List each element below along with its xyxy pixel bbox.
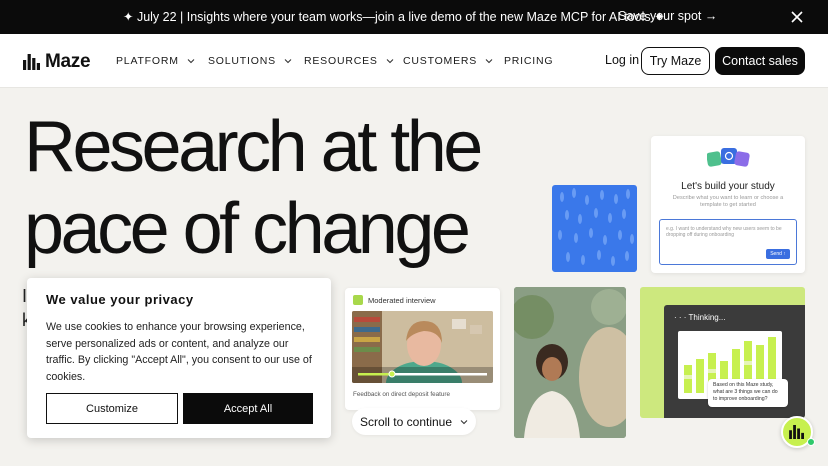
maze-chat-icon (789, 425, 804, 439)
study-prompt-input[interactable]: e.g. I want to understand why new users … (659, 219, 797, 265)
customize-button[interactable]: Customize (46, 393, 178, 424)
nav-pricing[interactable]: PRICING (504, 55, 553, 67)
close-icon[interactable] (789, 8, 805, 26)
study-prompt-placeholder: e.g. I want to understand why new users … (666, 226, 782, 238)
announcement-bar: ✦ July 22 | Insights where your team wor… (0, 0, 828, 34)
interview-badge-icon (353, 295, 363, 305)
crowd-image-card (552, 185, 637, 272)
template-icons (707, 148, 750, 167)
maze-logo-icon (23, 54, 40, 70)
prompt-bubble: Based on this Maze study, what are 3 thi… (708, 379, 788, 407)
chevron-down-icon (284, 59, 292, 64)
hero-heading-line-1: Research at the (24, 107, 483, 187)
participant-photo-card (514, 287, 626, 438)
chevron-down-icon (485, 59, 493, 64)
chevron-down-icon (460, 419, 468, 424)
chevron-down-icon (386, 59, 394, 64)
nav-customers-label: CUSTOMERS (403, 55, 478, 67)
maze-logo[interactable]: Maze (23, 51, 91, 73)
moderated-interview-card: Moderated interview Feedback on direct d… (345, 288, 500, 410)
crowd-illustration (558, 188, 634, 266)
chevron-down-icon (187, 59, 195, 64)
brand-name: Maze (45, 51, 91, 72)
participant-photo (514, 287, 626, 438)
nav-platform[interactable]: PLATFORM (116, 55, 195, 67)
interview-caption: Feedback on direct deposit feature (353, 391, 450, 398)
contact-sales-button[interactable]: Contact sales (715, 47, 805, 75)
scroll-label: Scroll to continue (359, 414, 453, 429)
cookie-body: We use cookies to enhance your browsing … (46, 321, 312, 384)
scroll-to-continue-button[interactable]: Scroll to continue (352, 408, 476, 435)
announcement-message: ✦ July 22 | Insights where your team wor… (123, 10, 665, 24)
hero-heading-line-2: pace of change (24, 189, 471, 269)
cookie-title: We value your privacy (46, 292, 194, 307)
nav-platform-label: PLATFORM (116, 55, 179, 67)
video-frame (352, 311, 493, 383)
save-spot-link[interactable]: Save your spot → (618, 9, 717, 23)
interview-video[interactable] (352, 311, 493, 383)
nav-pricing-label: PRICING (504, 55, 554, 67)
nav-customers[interactable]: CUSTOMERS (403, 55, 493, 67)
accept-all-button[interactable]: Accept All (183, 393, 313, 424)
build-study-card: Let's build your study Describe what you… (651, 136, 805, 273)
nav-solutions[interactable]: SOLUTIONS (208, 55, 292, 67)
main-nav: Maze PLATFORM SOLUTIONS RESOURCES CUSTOM… (0, 34, 828, 88)
thinking-title: · · · Thinking... (674, 313, 726, 322)
online-status-dot (807, 438, 815, 446)
study-card-subtitle: Describe what you want to learn or choos… (672, 195, 784, 208)
interview-label: Moderated interview (368, 296, 436, 305)
try-maze-button[interactable]: Try Maze (641, 47, 710, 75)
cookie-consent-banner: We value your privacy We use cookies to … (27, 278, 331, 438)
nav-resources[interactable]: RESOURCES (304, 55, 394, 67)
ai-thinking-card: · · · Thinking... Based on this Maze stu… (640, 287, 805, 418)
nav-solutions-label: SOLUTIONS (208, 55, 276, 67)
send-button[interactable]: Send ↑ (766, 249, 790, 259)
nav-resources-label: RESOURCES (304, 55, 378, 67)
hero-heading: Research at the pace of change (24, 106, 483, 270)
study-card-title: Let's build your study (681, 181, 775, 192)
login-link[interactable]: Log in (605, 53, 639, 67)
thinking-panel: · · · Thinking... Based on this Maze stu… (664, 305, 805, 418)
